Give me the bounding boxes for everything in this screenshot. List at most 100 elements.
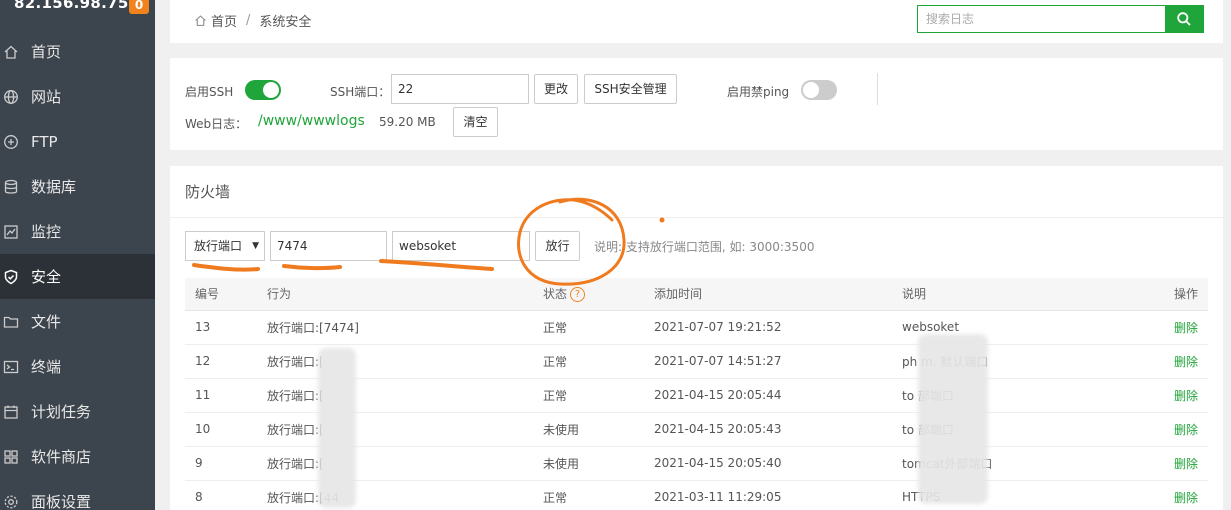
firewall-panel: 防火墙 放行端口 ▼ 7474 websoket 放行 说明: 支持放行端口范围…	[170, 166, 1223, 510]
search-button[interactable]	[1165, 6, 1203, 32]
ssh-port-input[interactable]: 22	[391, 74, 529, 104]
sidebar-item-label: 计划任务	[31, 403, 92, 421]
delete-link[interactable]: 删除	[1174, 423, 1198, 437]
cell-op: 删除	[1142, 378, 1208, 413]
table-row: 13 放行端口:[7474] 正常 2021-07-07 19:21:52 we…	[185, 310, 1208, 345]
port-input[interactable]: 7474	[270, 231, 387, 261]
sidebar: 82.156.98.75 0 首页 网站 FTP 数据库 监控 安全 文件 终端…	[0, 0, 155, 510]
breadcrumb-current: 系统安全	[259, 15, 312, 30]
delete-link[interactable]: 删除	[1174, 321, 1198, 335]
toggle-knob	[263, 82, 279, 98]
sidebar-item-cron[interactable]: 计划任务	[0, 389, 155, 434]
notification-badge[interactable]: 0	[129, 0, 149, 14]
terminal-icon	[3, 359, 19, 375]
sidebar-item-terminal[interactable]: 终端	[0, 344, 155, 389]
cell-op: 删除	[1142, 480, 1208, 510]
col-status-label: 状态	[543, 287, 568, 302]
cell-desc: websoket	[892, 310, 1142, 345]
weblog-path-link[interactable]: /www/wwwlogs	[258, 113, 365, 129]
breadcrumb-home[interactable]: 首页	[211, 11, 237, 30]
sidebar-item-monitor[interactable]: 监控	[0, 209, 155, 254]
ssh-toggle[interactable]	[245, 80, 281, 100]
home-icon	[195, 15, 206, 26]
sidebar-item-label: 终端	[31, 358, 62, 376]
search-icon	[1177, 12, 1191, 26]
table-row: 8 放行端口:[44 正常 2021-03-11 11:29:05 HTTPS …	[185, 480, 1208, 510]
ssh-port-label: SSH端口：	[330, 85, 391, 99]
rule-type-select[interactable]: 放行端口 ▼	[185, 231, 265, 261]
sidebar-item-ftp[interactable]: FTP	[0, 119, 155, 164]
clear-logs-button[interactable]: 清空	[453, 107, 498, 137]
sidebar-item-files[interactable]: 文件	[0, 299, 155, 344]
sidebar-item-settings[interactable]: 面板设置	[0, 479, 155, 510]
weblog-label: Web日志：	[185, 117, 248, 131]
sidebar-item-label: 面板设置	[31, 493, 92, 510]
col-status: 状态?	[533, 278, 644, 311]
ftp-icon	[3, 134, 19, 150]
help-icon[interactable]: ?	[570, 287, 586, 303]
cell-time: 2021-04-15 20:05:40	[644, 446, 892, 481]
log-search	[917, 5, 1204, 33]
sidebar-item-label: FTP	[31, 132, 58, 151]
ssh-enable-label: 启用SSH	[185, 85, 234, 99]
cell-status: 正常	[533, 344, 644, 379]
cell-id: 13	[185, 310, 257, 345]
delete-link[interactable]: 删除	[1174, 457, 1198, 471]
cell-id: 9	[185, 446, 257, 481]
breadcrumb-separator: /	[246, 13, 251, 28]
weblog-size: 59.20 MB	[379, 115, 436, 129]
search-input[interactable]	[918, 6, 1166, 32]
cell-desc: tomcat外部端口	[892, 446, 1142, 481]
cell-time: 2021-04-15 20:05:43	[644, 412, 892, 447]
ssh-manage-button[interactable]: SSH安全管理	[584, 74, 677, 104]
sidebar-item-label: 网站	[31, 88, 62, 106]
cell-action: 放行端口:[	[257, 412, 533, 447]
sidebar-item-database[interactable]: 数据库	[0, 164, 155, 209]
allow-port-button[interactable]: 放行	[535, 231, 580, 261]
cell-status: 未使用	[533, 446, 644, 481]
table-row: 9 放行端口:[ 未使用 2021-04-15 20:05:40 tomcat外…	[185, 446, 1208, 481]
firewall-table: 编号 行为 状态? 添加时间 说明 操作 13 放行端口:[7474] 正常 2…	[185, 278, 1208, 510]
server-ip: 82.156.98.75	[14, 0, 129, 12]
ping-label: 启用禁ping	[727, 85, 790, 99]
cell-id: 8	[185, 480, 257, 510]
description-input[interactable]: websoket	[392, 231, 530, 261]
cell-action: 放行端口:[	[257, 378, 533, 413]
breadcrumb: 首页 / 系统安全	[194, 11, 311, 30]
delete-link[interactable]: 删除	[1174, 389, 1198, 403]
table-row: 10 放行端口:[ 未使用 2021-04-15 20:05:43 to 部端口…	[185, 412, 1208, 447]
shield-icon	[3, 269, 19, 285]
cell-desc: to 部端口	[892, 412, 1142, 447]
sidebar-item-appstore[interactable]: 软件商店	[0, 434, 155, 479]
sidebar-item-label: 软件商店	[31, 448, 92, 466]
cell-time: 2021-04-15 20:05:44	[644, 378, 892, 413]
sidebar-item-website[interactable]: 网站	[0, 74, 155, 119]
cell-op: 删除	[1142, 310, 1208, 345]
cell-action: 放行端口:[	[257, 446, 533, 481]
cell-id: 10	[185, 412, 257, 447]
sidebar-item-home[interactable]: 首页	[0, 29, 155, 74]
cell-status: 未使用	[533, 412, 644, 447]
sidebar-header: 82.156.98.75 0	[0, 0, 155, 18]
cell-id: 11	[185, 378, 257, 413]
ping-toggle[interactable]	[801, 80, 837, 100]
caret-down-icon: ▼	[252, 241, 259, 251]
cell-op: 删除	[1142, 446, 1208, 481]
delete-link[interactable]: 删除	[1174, 355, 1198, 369]
apps-icon	[3, 449, 19, 465]
firewall-title: 防火墙	[185, 183, 231, 201]
delete-link[interactable]: 删除	[1174, 491, 1198, 505]
firewall-hint: 说明: 支持放行端口范围, 如: 3000:3500	[594, 240, 815, 254]
cell-status: 正常	[533, 480, 644, 510]
sidebar-item-label: 监控	[31, 223, 62, 241]
col-desc: 说明	[892, 278, 1142, 311]
cell-op: 删除	[1142, 412, 1208, 447]
sidebar-item-security[interactable]: 安全	[0, 254, 155, 299]
col-action: 行为	[257, 278, 533, 311]
divider	[877, 73, 878, 105]
top-bar: 首页 / 系统安全	[170, 0, 1223, 43]
calendar-icon	[3, 404, 19, 420]
cell-op: 删除	[1142, 344, 1208, 379]
change-port-button[interactable]: 更改	[534, 74, 578, 104]
cell-action: 放行端口:[	[257, 344, 533, 379]
